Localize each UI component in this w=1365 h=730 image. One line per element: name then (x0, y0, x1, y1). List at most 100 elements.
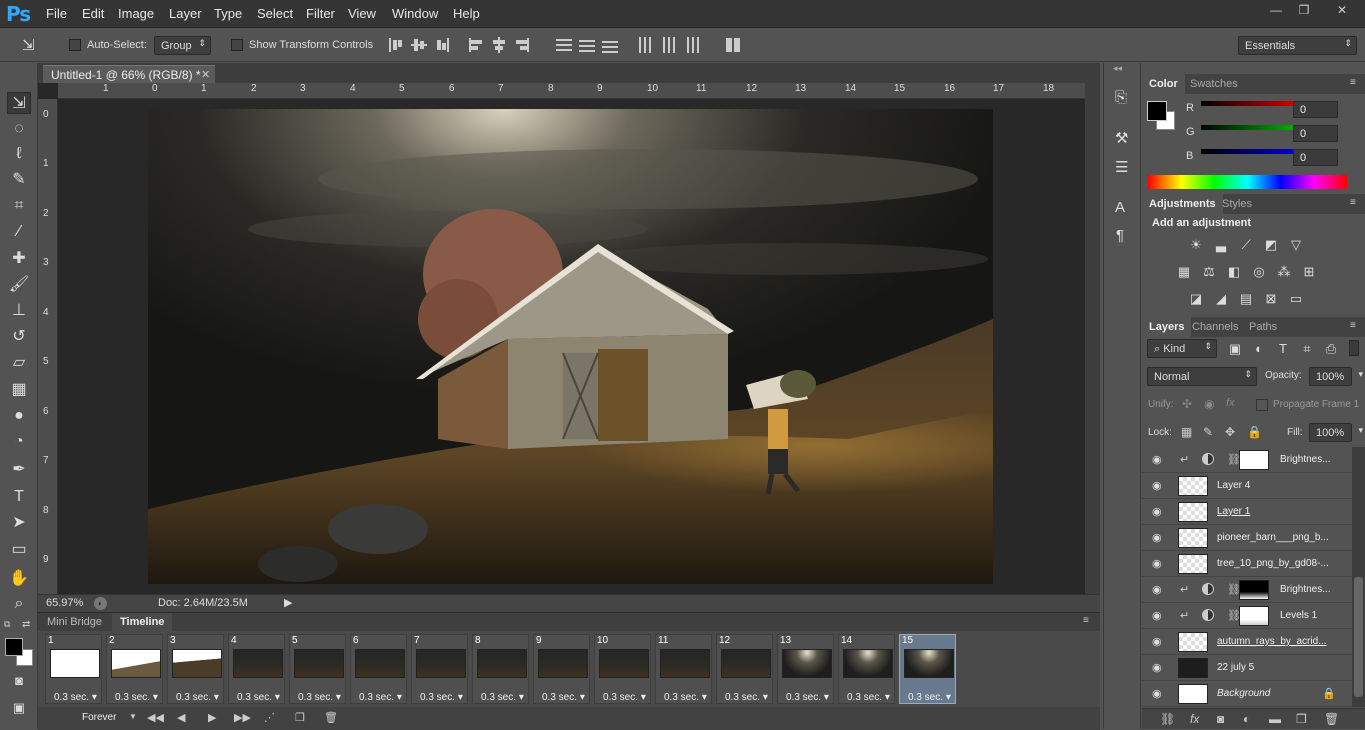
blend-mode-dropdown[interactable]: Normal ⇕ (1147, 367, 1257, 386)
timeline-frame[interactable]: 7 0.3 sec. ▾ (411, 634, 468, 704)
document-tab[interactable]: Untitled-1 @ 66% (RGB/8) * ✕ (43, 65, 215, 83)
frame-delay[interactable]: 0.3 sec. ▾ (481, 692, 524, 703)
frame-delay[interactable]: 0.3 sec. ▾ (359, 692, 402, 703)
layer-name[interactable]: Brightnes... (1280, 454, 1350, 465)
visibility-eye-icon[interactable]: ◉ (1152, 609, 1162, 622)
layer-row[interactable]: ◉ autumn_rays_by_acrid... (1142, 629, 1352, 655)
timeline-frame[interactable]: 11 0.3 sec. ▾ (655, 634, 712, 704)
threshold-icon[interactable]: ▤ (1238, 292, 1254, 306)
menu-type[interactable]: Type (214, 6, 242, 21)
color-fg-swatch[interactable] (1147, 101, 1167, 121)
black-white-icon[interactable]: ◧ (1226, 265, 1242, 279)
timeline-frame[interactable]: 10 0.3 sec. ▾ (594, 634, 651, 704)
blue-value-input[interactable]: 0 (1293, 149, 1338, 166)
timeline-frame[interactable]: 14 0.3 sec. ▾ (838, 634, 895, 704)
new-group-icon[interactable]: ▬ (1269, 712, 1281, 726)
healing-brush-tool-icon[interactable]: ✚ (7, 248, 31, 270)
brightness-contrast-icon[interactable]: ☀ (1188, 238, 1204, 252)
layer-thumbnail[interactable] (1178, 684, 1208, 704)
layer-row[interactable]: ◉ Layer 1 (1142, 499, 1352, 525)
brush-tool-icon[interactable]: 🖌 (7, 274, 31, 296)
visibility-eye-icon[interactable]: ◉ (1152, 687, 1162, 700)
frame-delay[interactable]: 0.3 sec. ▾ (115, 692, 158, 703)
eraser-tool-icon[interactable]: ▱ (7, 352, 31, 374)
timeline-frame[interactable]: 4 0.3 sec. ▾ (228, 634, 285, 704)
green-slider[interactable] (1201, 125, 1303, 130)
layer-name[interactable]: autumn_rays_by_acrid... (1217, 636, 1337, 647)
tab-color[interactable]: Color (1142, 74, 1185, 94)
frame-delay[interactable]: 0.3 sec. ▾ (725, 692, 768, 703)
frame-delay[interactable]: 0.3 sec. ▾ (847, 692, 890, 703)
align-top-icon[interactable] (388, 37, 404, 53)
filter-adjustment-icon[interactable]: ◐ (1251, 342, 1267, 356)
selective-color-icon[interactable]: ⊠ (1263, 292, 1279, 306)
unify-style-icon[interactable]: fx (1226, 397, 1235, 409)
layer-row[interactable]: ◉ ↵ ⛓ Brightnes... (1142, 577, 1352, 603)
menu-layer[interactable]: Layer (169, 6, 202, 21)
layer-name[interactable]: 22 july 5 (1217, 662, 1337, 673)
character-panel-icon[interactable]: A (1115, 199, 1125, 216)
filter-shape-icon[interactable]: ⌗ (1299, 342, 1315, 356)
hue-saturation-icon[interactable]: ▦ (1176, 265, 1192, 279)
status-info-icon[interactable]: ◐ (94, 597, 107, 610)
filter-toggle-switch[interactable] (1349, 340, 1359, 356)
tab-mini-bridge[interactable]: Mini Bridge (47, 616, 102, 628)
tab-timeline[interactable]: Timeline (112, 613, 173, 631)
fill-input[interactable]: 100% ▾ (1309, 423, 1363, 442)
canvas-vertical-scrollbar[interactable] (1085, 83, 1100, 594)
panel-menu-icon[interactable]: ≡ (1350, 197, 1356, 208)
frame-delay[interactable]: 0.3 sec. ▾ (54, 692, 97, 703)
visibility-eye-icon[interactable]: ◉ (1152, 453, 1162, 466)
lock-image-icon[interactable]: ✎ (1203, 425, 1213, 439)
type-tool-icon[interactable]: T (7, 486, 31, 508)
layer-mask-thumbnail[interactable] (1239, 450, 1269, 470)
visibility-eye-icon[interactable]: ◉ (1152, 479, 1162, 492)
collapse-dock-icon[interactable]: ◂◂ (1113, 63, 1122, 74)
auto-select-dropdown[interactable]: Group ⇕ (154, 36, 211, 55)
new-layer-icon[interactable]: ❐ (1296, 712, 1307, 726)
delete-frame-icon[interactable]: 🗑 (324, 711, 338, 724)
channel-mixer-icon[interactable]: ⁂ (1276, 265, 1292, 279)
auto-select-checkbox[interactable] (69, 39, 81, 51)
restore-button[interactable]: ❐ (1289, 2, 1319, 18)
layer-mask-thumbnail[interactable] (1239, 606, 1269, 626)
visibility-eye-icon[interactable]: ◉ (1152, 635, 1162, 648)
frame-delay[interactable]: 0.3 sec. ▾ (420, 692, 463, 703)
layer-filter-dropdown[interactable]: ⌕ Kind ⇕ (1147, 339, 1217, 358)
hand-tool-icon[interactable]: ✋ (7, 568, 31, 590)
previous-frame-icon[interactable]: ◀ (177, 711, 185, 724)
blue-slider[interactable] (1201, 149, 1303, 154)
tab-adjustments[interactable]: Adjustments (1142, 194, 1223, 214)
timeline-frame[interactable]: 12 0.3 sec. ▾ (716, 634, 773, 704)
swap-colors-icon[interactable]: ⇄ (22, 619, 30, 630)
tab-swatches[interactable]: Swatches (1183, 74, 1245, 94)
delete-layer-icon[interactable]: 🗑 (1324, 712, 1339, 726)
unify-position-icon[interactable]: ✣ (1182, 397, 1192, 411)
visibility-eye-icon[interactable]: ◉ (1152, 557, 1162, 570)
curves-icon[interactable]: ⟋ (1238, 238, 1254, 252)
menu-image[interactable]: Image (118, 6, 154, 21)
layer-thumbnail[interactable] (1178, 476, 1208, 496)
align-bottom-icon[interactable] (434, 37, 450, 53)
frame-delay[interactable]: 0.3 sec. ▾ (664, 692, 707, 703)
link-layers-icon[interactable]: ⛓ (1160, 712, 1175, 726)
opacity-input[interactable]: 100% ▾ (1309, 367, 1363, 386)
distribute-top-icon[interactable] (556, 37, 572, 53)
foreground-color-swatch[interactable] (5, 638, 23, 656)
clone-stamp-tool-icon[interactable]: ⊥ (7, 300, 31, 322)
visibility-eye-icon[interactable]: ◉ (1152, 583, 1162, 596)
red-slider[interactable] (1201, 101, 1303, 106)
show-transform-checkbox[interactable] (231, 39, 243, 51)
frame-delay[interactable]: 0.3 sec. ▾ (237, 692, 280, 703)
distribute-vcenter-icon[interactable] (579, 37, 595, 53)
layers-scrollbar[interactable] (1352, 447, 1365, 707)
eyedropper-tool-icon[interactable]: ⁄ (7, 221, 31, 243)
layer-thumbnail[interactable] (1178, 502, 1208, 522)
menu-window[interactable]: Window (392, 6, 438, 21)
timeline-frame[interactable]: 15 0.3 sec. ▾ (899, 634, 956, 704)
distribute-left-icon[interactable] (637, 37, 653, 53)
exposure-icon[interactable]: ◩ (1263, 238, 1279, 252)
lasso-tool-icon[interactable]: ℓ (7, 143, 31, 165)
panel-menu-icon[interactable]: ≡ (1350, 77, 1356, 88)
properties-panel-icon[interactable]: ☰ (1115, 158, 1128, 176)
